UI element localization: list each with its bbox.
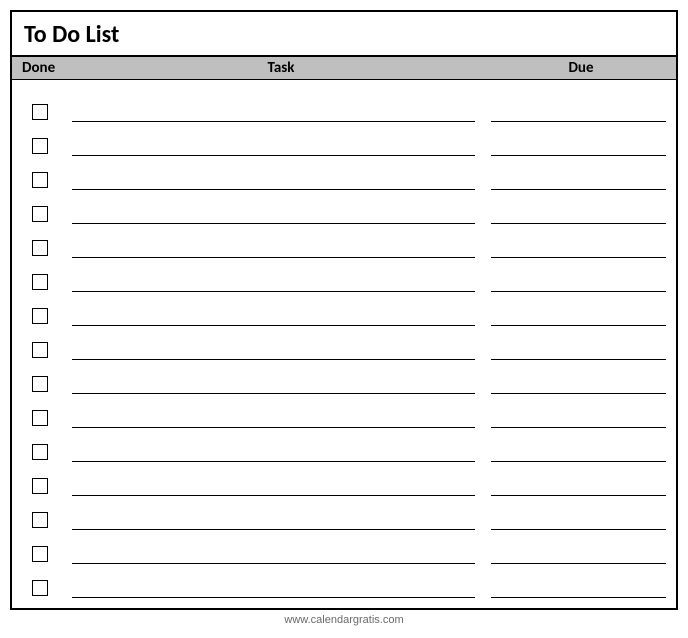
column-header-row: Done Task Due xyxy=(12,57,676,80)
done-checkbox[interactable] xyxy=(32,444,48,460)
done-checkbox[interactable] xyxy=(32,342,48,358)
done-checkbox[interactable] xyxy=(32,172,48,188)
task-input-line[interactable] xyxy=(72,394,475,428)
done-checkbox[interactable] xyxy=(32,308,48,324)
task-row xyxy=(22,564,666,598)
task-input-line[interactable] xyxy=(72,564,475,598)
task-row xyxy=(22,326,666,360)
task-input-line[interactable] xyxy=(72,428,475,462)
task-row xyxy=(22,530,666,564)
task-row xyxy=(22,122,666,156)
due-input-line[interactable] xyxy=(491,258,666,292)
due-input-line[interactable] xyxy=(491,88,666,122)
done-checkbox[interactable] xyxy=(32,138,48,154)
done-checkbox[interactable] xyxy=(32,206,48,222)
task-input-line[interactable] xyxy=(72,258,475,292)
task-row xyxy=(22,88,666,122)
due-input-line[interactable] xyxy=(491,224,666,258)
task-input-line[interactable] xyxy=(72,530,475,564)
task-input-line[interactable] xyxy=(72,88,475,122)
title-row: To Do List xyxy=(12,12,676,57)
due-input-line[interactable] xyxy=(491,462,666,496)
done-checkbox[interactable] xyxy=(32,512,48,528)
done-checkbox[interactable] xyxy=(32,274,48,290)
due-input-line[interactable] xyxy=(491,292,666,326)
todo-sheet: To Do List Done Task Due xyxy=(10,10,678,610)
column-header-due: Due xyxy=(486,57,676,79)
task-input-line[interactable] xyxy=(72,292,475,326)
footer-credit: www.calendargratis.com xyxy=(10,614,678,626)
task-row xyxy=(22,258,666,292)
column-header-done: Done xyxy=(12,57,76,79)
task-row xyxy=(22,292,666,326)
column-header-task: Task xyxy=(76,57,486,79)
done-checkbox[interactable] xyxy=(32,376,48,392)
done-checkbox[interactable] xyxy=(32,478,48,494)
task-row xyxy=(22,428,666,462)
done-checkbox[interactable] xyxy=(32,104,48,120)
done-checkbox[interactable] xyxy=(32,546,48,562)
task-row xyxy=(22,360,666,394)
task-input-line[interactable] xyxy=(72,156,475,190)
task-input-line[interactable] xyxy=(72,326,475,360)
task-input-line[interactable] xyxy=(72,360,475,394)
due-input-line[interactable] xyxy=(491,428,666,462)
due-input-line[interactable] xyxy=(491,564,666,598)
task-row xyxy=(22,496,666,530)
due-input-line[interactable] xyxy=(491,360,666,394)
task-input-line[interactable] xyxy=(72,496,475,530)
due-input-line[interactable] xyxy=(491,496,666,530)
task-row xyxy=(22,190,666,224)
due-input-line[interactable] xyxy=(491,122,666,156)
due-input-line[interactable] xyxy=(491,394,666,428)
task-row xyxy=(22,224,666,258)
due-input-line[interactable] xyxy=(491,326,666,360)
task-input-line[interactable] xyxy=(72,462,475,496)
page-title: To Do List xyxy=(24,20,664,49)
task-row xyxy=(22,156,666,190)
due-input-line[interactable] xyxy=(491,190,666,224)
rows-container xyxy=(12,80,676,598)
task-input-line[interactable] xyxy=(72,190,475,224)
done-checkbox[interactable] xyxy=(32,410,48,426)
task-row xyxy=(22,394,666,428)
due-input-line[interactable] xyxy=(491,156,666,190)
due-input-line[interactable] xyxy=(491,530,666,564)
task-input-line[interactable] xyxy=(72,224,475,258)
done-checkbox[interactable] xyxy=(32,240,48,256)
done-checkbox[interactable] xyxy=(32,580,48,596)
task-input-line[interactable] xyxy=(72,122,475,156)
task-row xyxy=(22,462,666,496)
